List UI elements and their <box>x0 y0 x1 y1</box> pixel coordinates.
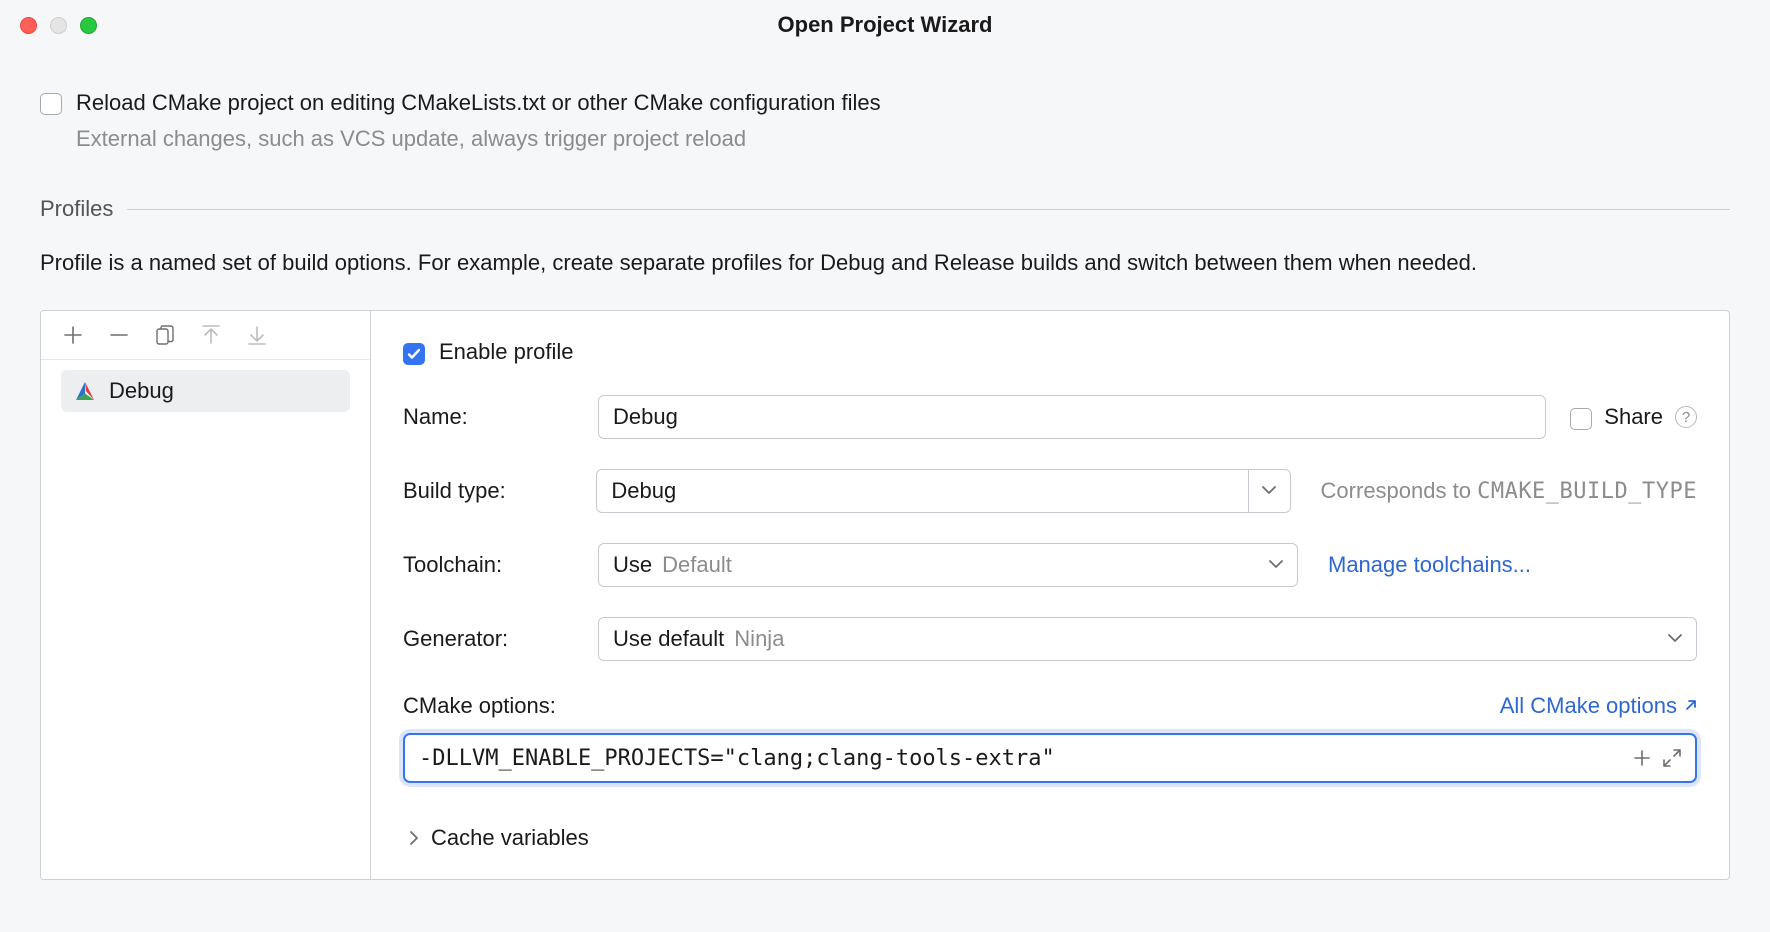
cmake-options-header: CMake options: All CMake options <box>403 693 1697 719</box>
generator-display-hint: Ninja <box>734 626 784 652</box>
cmake-options-value: -DLLVM_ENABLE_PROJECTS="clang;clang-tool… <box>419 746 1627 771</box>
profiles-toolbar <box>41 311 370 360</box>
enable-profile-label[interactable]: Enable profile <box>439 339 574 365</box>
profiles-area: Debug Enable profile Name: Debug <box>40 310 1730 880</box>
toolchain-select[interactable]: Use Default <box>598 543 1298 587</box>
traffic-lights <box>20 17 97 34</box>
build-type-value: Debug <box>611 478 676 504</box>
profile-list-item[interactable]: Debug <box>61 370 350 412</box>
add-profile-button[interactable] <box>61 323 85 347</box>
cmake-icon <box>75 381 95 401</box>
move-profile-up-button[interactable] <box>199 323 223 347</box>
chevron-right-icon <box>409 825 419 851</box>
toolchain-display-prefix: Use <box>613 552 652 578</box>
cache-variables-row[interactable]: Cache variables <box>409 825 1697 851</box>
close-window-button[interactable] <box>20 17 37 34</box>
generator-select[interactable]: Use default Ninja <box>598 617 1697 661</box>
reload-cmake-hint: External changes, such as VCS update, al… <box>76 126 1730 152</box>
build-type-select[interactable]: Debug <box>596 469 1290 513</box>
titlebar: Open Project Wizard <box>0 0 1770 50</box>
minimize-window-button[interactable] <box>50 17 67 34</box>
expand-input-button[interactable] <box>1657 743 1687 773</box>
chevron-down-icon <box>1248 470 1290 512</box>
share-group: Share ? <box>1570 404 1697 430</box>
share-checkbox[interactable] <box>1570 408 1592 430</box>
name-input[interactable]: Debug <box>598 395 1546 439</box>
dialog-body: Reload CMake project on editing CMakeLis… <box>0 50 1770 880</box>
reload-cmake-row: Reload CMake project on editing CMakeLis… <box>40 90 1730 116</box>
name-label: Name: <box>403 404 598 430</box>
generator-label: Generator: <box>403 626 598 652</box>
add-option-button[interactable] <box>1627 743 1657 773</box>
all-cmake-options-link[interactable]: All CMake options <box>1500 693 1697 719</box>
reload-cmake-label[interactable]: Reload CMake project on editing CMakeLis… <box>76 90 881 116</box>
cache-variables-label: Cache variables <box>431 825 589 851</box>
name-input-value: Debug <box>613 404 678 430</box>
move-profile-down-button[interactable] <box>245 323 269 347</box>
profiles-sidebar: Debug <box>41 311 371 879</box>
remove-profile-button[interactable] <box>107 323 131 347</box>
profiles-description: Profile is a named set of build options.… <box>40 246 1730 280</box>
build-type-label: Build type: <box>403 478 596 504</box>
profiles-header-rule <box>127 209 1730 210</box>
build-type-row: Build type: Debug Corresponds to CMAKE_B… <box>403 469 1697 513</box>
share-help-icon[interactable]: ? <box>1675 406 1697 428</box>
build-type-hint: Corresponds to CMAKE_BUILD_TYPE <box>1321 478 1697 504</box>
profile-list-item-label: Debug <box>109 378 174 404</box>
chevron-down-icon <box>1255 544 1297 586</box>
generator-display-prefix: Use default <box>613 626 724 652</box>
enable-profile-row: Enable profile <box>403 339 1697 365</box>
reload-cmake-checkbox[interactable] <box>40 93 62 115</box>
enable-profile-checkbox[interactable] <box>403 343 425 365</box>
profiles-header-label: Profiles <box>40 196 113 222</box>
generator-row: Generator: Use default Ninja <box>403 617 1697 661</box>
copy-profile-button[interactable] <box>153 323 177 347</box>
zoom-window-button[interactable] <box>80 17 97 34</box>
open-project-wizard-window: Open Project Wizard Reload CMake project… <box>0 0 1770 932</box>
profiles-header: Profiles <box>40 196 1730 222</box>
window-title: Open Project Wizard <box>0 12 1770 38</box>
cmake-options-label: CMake options: <box>403 693 556 719</box>
toolchain-row: Toolchain: Use Default Manage toolchains… <box>403 543 1697 587</box>
external-link-icon <box>1683 699 1697 713</box>
manage-toolchains-link[interactable]: Manage toolchains... <box>1328 552 1531 578</box>
profile-detail: Enable profile Name: Debug Share ? Build… <box>371 311 1729 879</box>
toolchain-display-hint: Default <box>662 552 732 578</box>
cmake-options-input[interactable]: -DLLVM_ENABLE_PROJECTS="clang;clang-tool… <box>403 733 1697 783</box>
name-row: Name: Debug Share ? <box>403 395 1697 439</box>
share-label[interactable]: Share <box>1604 404 1663 430</box>
chevron-down-icon <box>1654 618 1696 660</box>
toolchain-label: Toolchain: <box>403 552 598 578</box>
